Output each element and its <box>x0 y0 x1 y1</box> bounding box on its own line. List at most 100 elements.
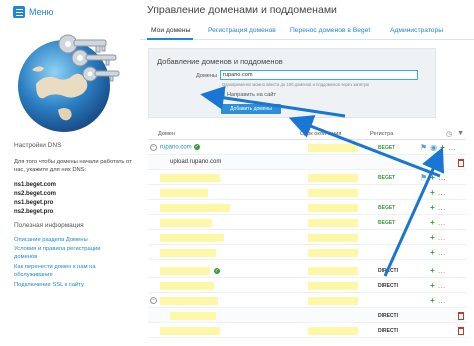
plus-icon[interactable]: + <box>430 173 435 182</box>
table-row[interactable]: upload.rupano.com <box>148 156 466 170</box>
table-row[interactable]: + … <box>148 246 466 260</box>
link-domains-description[interactable]: Описание раздела Домены <box>14 236 132 244</box>
checkbox-icon <box>219 92 225 98</box>
expand-icon[interactable]: − <box>150 144 157 151</box>
trash-icon[interactable] <box>458 327 464 335</box>
flag-icon[interactable]: ⚑ <box>420 173 427 182</box>
expand-icon[interactable]: − <box>150 297 157 304</box>
link-ssl[interactable]: Подключение SSL к сайту <box>14 281 132 289</box>
domain-name <box>160 327 220 335</box>
ns-record-2: ns2.beget.com <box>14 191 57 197</box>
header-domain[interactable]: Домен <box>158 131 175 137</box>
tab-bar: Мои домены Регистрация доменов Перенос д… <box>140 25 474 40</box>
expiry-value <box>308 189 358 197</box>
plus-icon[interactable]: + <box>440 143 445 152</box>
domains-label: Домены <box>196 73 218 79</box>
table-row[interactable]: + … <box>148 186 466 200</box>
dots-icon[interactable]: … <box>448 143 456 152</box>
domain-name <box>160 282 214 290</box>
plus-icon[interactable]: + <box>430 296 435 305</box>
plus-icon[interactable]: + <box>430 281 435 290</box>
table-row[interactable]: − + … <box>148 294 466 308</box>
dns-icon[interactable]: ◉ <box>430 143 437 152</box>
check-icon: ✓ <box>214 268 220 274</box>
redirect-checkbox[interactable]: Направить на сайт <box>219 92 276 98</box>
domain-name <box>160 189 208 197</box>
expiry-value <box>308 267 358 275</box>
table-row[interactable]: DIRECTI <box>148 309 466 323</box>
table-row[interactable]: DIRECTI + … <box>148 279 466 293</box>
trash-icon[interactable] <box>458 159 464 167</box>
expiry-value <box>308 249 358 257</box>
expiry-value <box>308 219 358 227</box>
table-row[interactable]: BEGET + … <box>148 216 466 230</box>
domain-input[interactable] <box>220 70 418 80</box>
subdomain-name <box>170 312 216 320</box>
add-domain-title: Добавление доменов и поддоменов <box>157 57 283 66</box>
trash-icon[interactable] <box>458 312 464 320</box>
add-domains-button[interactable]: Добавить домены <box>221 104 281 114</box>
table-row[interactable]: BEGET + … <box>148 201 466 215</box>
plus-icon[interactable]: + <box>430 203 435 212</box>
plus-icon[interactable]: + <box>430 266 435 275</box>
plus-icon[interactable]: + <box>430 248 435 257</box>
expiry-value <box>308 234 358 242</box>
registrar-value: BEGET <box>378 205 396 211</box>
domain-name[interactable]: rupano.com ✓ <box>160 144 200 151</box>
domain-name <box>160 219 212 227</box>
domain-name <box>160 297 218 305</box>
tab-domain-transfer[interactable]: Перенос доменов в Beget <box>290 27 370 34</box>
domain-name <box>160 249 216 257</box>
dns-settings-text: Для того чтобы домены начали работать от… <box>14 159 132 173</box>
clock-icon[interactable]: ◷ <box>446 130 452 138</box>
table-row[interactable]: + … <box>148 231 466 245</box>
filter-icon[interactable]: ▼ <box>457 130 464 138</box>
registrar-value: DIRECTI <box>378 268 398 274</box>
tab-administrators[interactable]: Администраторы <box>390 27 443 34</box>
tab-my-domains[interactable]: Мои домены <box>151 27 190 34</box>
dots-icon[interactable]: … <box>438 281 446 290</box>
dots-icon[interactable]: … <box>438 218 446 227</box>
menu-icon <box>13 6 25 18</box>
ns-record-3: ns1.beget.pro <box>14 200 54 206</box>
expiry-value <box>308 282 358 290</box>
dots-icon[interactable]: … <box>438 233 446 242</box>
dots-icon[interactable]: … <box>438 203 446 212</box>
redirect-label: Направить на сайт <box>227 92 276 98</box>
main-content: Управление доменами и поддоменами Мои до… <box>140 0 474 346</box>
useful-info-title: Полезная информация <box>14 222 84 229</box>
registrar-value: BEGET <box>378 145 396 151</box>
plus-icon[interactable]: + <box>430 218 435 227</box>
header-expiry[interactable]: Срок окончания <box>300 131 341 137</box>
domain-name <box>160 174 220 182</box>
tab-domain-registration[interactable]: Регистрация доменов <box>208 27 276 34</box>
registrar-value: DIRECTI <box>378 313 398 319</box>
header-registrar[interactable]: Регистра <box>370 131 393 137</box>
menu-label: Меню <box>29 7 54 17</box>
registrar-value: DIRECTI <box>378 328 398 334</box>
dots-icon[interactable]: … <box>438 173 446 182</box>
check-icon: ✓ <box>193 144 200 150</box>
plus-icon[interactable]: + <box>430 233 435 242</box>
registrar-value: BEGET <box>378 220 396 226</box>
registrar-value: DIRECTI <box>378 283 398 289</box>
ns-record-4: ns2.beget.pro <box>14 209 54 215</box>
dots-icon[interactable]: … <box>438 188 446 197</box>
domain-name <box>160 267 210 275</box>
domain-name <box>160 234 224 242</box>
table-row[interactable]: ✓ DIRECTI + … <box>148 264 466 278</box>
subdomain-name[interactable]: upload.rupano.com <box>170 159 221 165</box>
dots-icon[interactable]: … <box>438 296 446 305</box>
dots-icon[interactable]: … <box>438 266 446 275</box>
table-row[interactable]: DIRECTI <box>148 324 466 338</box>
plus-icon[interactable]: + <box>430 188 435 197</box>
flag-icon[interactable]: ⚑ <box>420 143 427 152</box>
table-row[interactable]: BEGET ⚑ + … <box>148 171 466 185</box>
menu-button[interactable]: Меню <box>13 6 53 18</box>
link-registration-rules[interactable]: Условия и правила регистрации доменов <box>14 245 118 261</box>
table-row[interactable]: − rupano.com ✓ BEGET ⚑ ◉ + … <box>148 141 466 155</box>
dots-icon[interactable]: … <box>438 248 446 257</box>
expiry-value <box>308 144 358 152</box>
sidebar: Меню Настройки DNS Для того чтобы домены… <box>0 0 136 346</box>
link-transfer-domain[interactable]: Как перенести домен к нам на обслуживани… <box>14 263 118 279</box>
